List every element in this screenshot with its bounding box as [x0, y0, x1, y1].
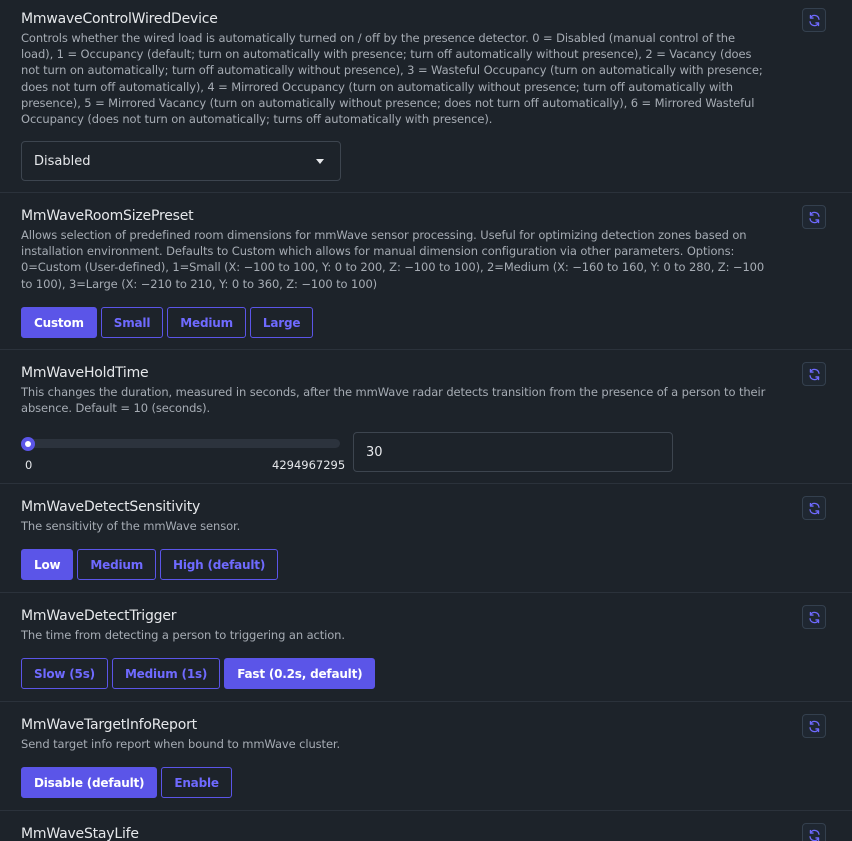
setting-description: This changes the duration, measured in s…	[21, 385, 766, 416]
setting-description: Controls whether the wired load is autom…	[21, 31, 763, 127]
refresh-icon	[808, 611, 820, 623]
setting-title: MmWaveStayLife	[21, 826, 139, 841]
option-disable[interactable]: Disable (default)	[21, 767, 158, 798]
setting-title: MmwaveControlWiredDevice	[21, 11, 218, 27]
refresh-icon	[808, 211, 820, 223]
option-large[interactable]: Large	[249, 307, 314, 338]
wired-device-select[interactable]: Disabled	[21, 141, 341, 181]
setting-mmwave-detect-trigger: MmWaveDetectTrigger The time from detect…	[0, 593, 852, 702]
setting-mmwave-detect-sensitivity: MmWaveDetectSensitivity The sensitivity …	[0, 484, 852, 593]
setting-title: MmWaveRoomSizePreset	[21, 208, 194, 224]
refresh-button[interactable]	[802, 496, 826, 520]
slider-max-label: 4294967295	[272, 458, 346, 472]
refresh-icon	[808, 368, 820, 380]
select-value: Disabled	[34, 153, 91, 169]
refresh-button[interactable]	[802, 205, 826, 229]
refresh-button[interactable]	[802, 823, 826, 841]
setting-mmwave-stay-life: MmWaveStayLife	[0, 811, 852, 841]
refresh-icon	[808, 502, 820, 514]
option-enable[interactable]: Enable	[161, 767, 232, 798]
target-info-options: Disable (default) Enable	[21, 767, 232, 798]
refresh-button[interactable]	[802, 8, 826, 32]
refresh-icon	[808, 14, 820, 26]
option-fast[interactable]: Fast (0.2s, default)	[224, 658, 376, 689]
option-slow[interactable]: Slow (5s)	[21, 658, 108, 689]
hold-time-input[interactable]: 30	[353, 432, 673, 472]
setting-title: MmWaveTargetInfoReport	[21, 717, 197, 733]
setting-title: MmWaveDetectTrigger	[21, 608, 177, 624]
refresh-button[interactable]	[802, 714, 826, 738]
option-medium[interactable]: Medium	[77, 549, 157, 580]
setting-mmwave-target-info-report: MmWaveTargetInfoReport Send target info …	[0, 702, 852, 811]
slider-thumb[interactable]	[21, 437, 35, 451]
setting-description: The time from detecting a person to trig…	[21, 628, 345, 642]
option-small[interactable]: Small	[100, 307, 164, 338]
setting-title: MmWaveHoldTime	[21, 365, 149, 381]
option-medium[interactable]: Medium (1s)	[111, 658, 221, 689]
setting-description: The sensitivity of the mmWave sensor.	[21, 519, 241, 533]
option-custom[interactable]: Custom	[21, 307, 97, 338]
refresh-button[interactable]	[802, 362, 826, 386]
setting-description: Send target info report when bound to mm…	[21, 737, 341, 751]
setting-mmwave-control-wired-device: MmwaveControlWiredDevice Controls whethe…	[0, 0, 852, 193]
setting-mmwave-hold-time: MmWaveHoldTime This changes the duration…	[0, 350, 852, 484]
chevron-down-icon	[316, 159, 324, 164]
setting-description: Allows selection of predefined room dime…	[21, 228, 765, 291]
option-high[interactable]: High (default)	[160, 549, 279, 580]
refresh-icon	[808, 829, 820, 841]
sensitivity-options: Low Medium High (default)	[21, 549, 279, 580]
hold-time-slider[interactable]	[21, 439, 340, 448]
setting-title: MmWaveDetectSensitivity	[21, 499, 201, 515]
option-low[interactable]: Low	[21, 549, 74, 580]
slider-min-label: 0	[25, 458, 33, 472]
setting-mmwave-room-size-preset: MmWaveRoomSizePreset Allows selection of…	[0, 193, 852, 350]
refresh-button[interactable]	[802, 605, 826, 629]
room-size-options: Custom Small Medium Large	[21, 307, 314, 338]
trigger-options: Slow (5s) Medium (1s) Fast (0.2s, defaul…	[21, 658, 376, 689]
option-medium[interactable]: Medium	[167, 307, 246, 338]
input-value: 30	[366, 444, 383, 460]
refresh-icon	[808, 720, 820, 732]
